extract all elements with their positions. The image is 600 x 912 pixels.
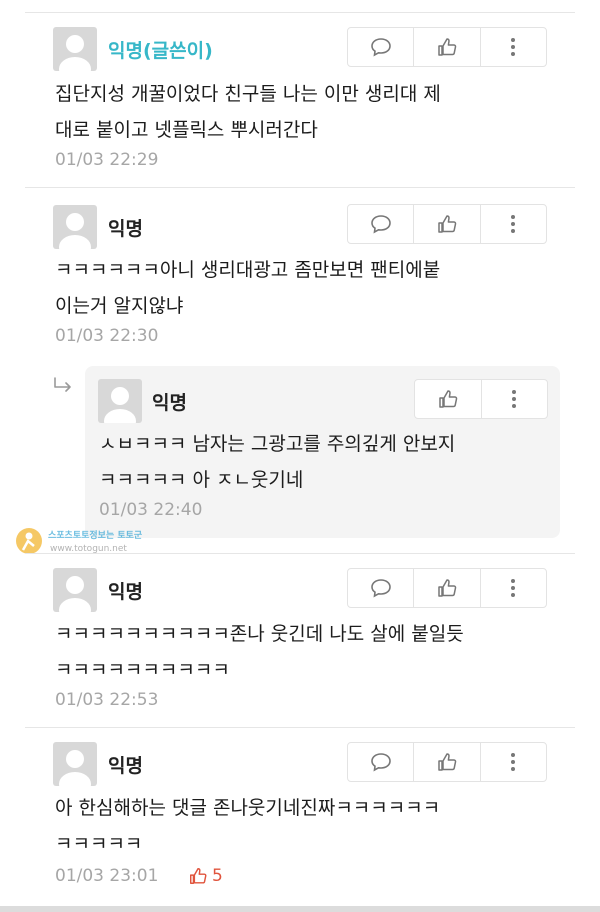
comment-actions — [414, 379, 548, 419]
more-icon — [511, 38, 516, 56]
reply-button[interactable] — [348, 743, 415, 781]
divider — [25, 553, 575, 554]
more-button[interactable] — [481, 743, 546, 781]
more-icon — [511, 215, 516, 233]
comment-time: 01/03 22:30 — [55, 326, 159, 346]
like-icon — [438, 579, 457, 597]
more-icon — [511, 579, 516, 597]
like-button[interactable] — [414, 205, 481, 243]
watermark-logo-icon — [16, 528, 42, 554]
comment-author: 익명 — [108, 755, 143, 777]
bottom-divider — [0, 906, 600, 912]
comment-icon — [370, 38, 391, 57]
more-icon — [511, 753, 516, 771]
like-icon — [438, 753, 457, 771]
comment-actions — [347, 742, 547, 782]
divider — [25, 187, 575, 188]
avatar-icon — [59, 750, 91, 786]
comment-author: 익명 — [108, 218, 143, 240]
comment-actions — [347, 27, 547, 67]
comment-text: ㅋㅋㅋㅋㅋㅋㅋㅋㅋㅋ존나 웃긴데 나도 살에 붙일듯 ㅋㅋㅋㅋㅋㅋㅋㅋㅋㅋ — [55, 623, 464, 681]
comment-text: 아 한심해하는 댓글 존나웃기네진짜ㅋㅋㅋㅋㅋㅋ ㅋㅋㅋㅋㅋ — [55, 797, 441, 855]
comment-icon — [370, 579, 391, 598]
like-icon — [438, 38, 457, 56]
reply-button[interactable] — [348, 28, 415, 66]
avatar-icon — [104, 387, 136, 423]
watermark-text: 스포츠토토정보는 토토군 — [48, 531, 143, 541]
reply-comment: 익명 ㅅㅂㅋㅋㅋ 남자는 그광고를 주의깊게 안보지 ㅋㅋㅋㅋㅋ 아 ㅈㄴ웃기네… — [85, 366, 560, 538]
avatar[interactable] — [53, 742, 97, 786]
like-count: 5 — [188, 866, 223, 886]
more-icon — [512, 390, 517, 408]
more-button[interactable] — [482, 380, 548, 418]
divider — [25, 12, 575, 13]
comment-time: 01/03 22:29 — [55, 150, 159, 170]
reply-button[interactable] — [348, 569, 415, 607]
like-count-value: 5 — [212, 866, 223, 886]
avatar-icon — [59, 576, 91, 612]
comment-actions — [347, 568, 547, 608]
avatar[interactable] — [53, 27, 97, 71]
comment-time: 01/03 23:01 — [55, 866, 159, 886]
comment-text: 집단지성 개꿀이었다 친구들 나는 이만 생리대 제 대로 붙이고 넷플릭스 뿌… — [55, 83, 441, 141]
reply-button[interactable] — [348, 205, 415, 243]
avatar-icon — [59, 35, 91, 71]
comment-time: 01/03 22:53 — [55, 690, 159, 710]
avatar[interactable] — [53, 568, 97, 612]
reply-arrow-icon — [52, 376, 74, 400]
comment-author: 익명 — [108, 581, 143, 603]
comment-author: 익명 — [152, 392, 187, 414]
like-button[interactable] — [414, 743, 481, 781]
like-icon — [190, 868, 207, 884]
comment-icon — [370, 753, 391, 772]
like-button[interactable] — [414, 28, 481, 66]
avatar[interactable] — [98, 379, 142, 423]
divider — [25, 727, 575, 728]
watermark: 스포츠토토정보는 토토군 www.totogun.net — [14, 522, 209, 562]
like-icon — [439, 390, 458, 408]
comment-icon — [370, 215, 391, 234]
like-button[interactable] — [415, 380, 482, 418]
more-button[interactable] — [481, 205, 546, 243]
comment-text: ㅅㅂㅋㅋㅋ 남자는 그광고를 주의깊게 안보지 ㅋㅋㅋㅋㅋ 아 ㅈㄴ웃기네 — [99, 433, 456, 491]
like-icon — [438, 215, 457, 233]
comment-text: ㅋㅋㅋㅋㅋㅋ아니 생리대광고 좀만보면 팬티에붙 이는거 알지않냐 — [55, 259, 441, 317]
comment-time: 01/03 22:40 — [99, 500, 203, 520]
more-button[interactable] — [481, 569, 546, 607]
comment-author: 익명(글쓴이) — [108, 40, 213, 62]
more-button[interactable] — [481, 28, 546, 66]
avatar-icon — [59, 213, 91, 249]
avatar[interactable] — [53, 205, 97, 249]
like-button[interactable] — [414, 569, 481, 607]
comment-actions — [347, 204, 547, 244]
